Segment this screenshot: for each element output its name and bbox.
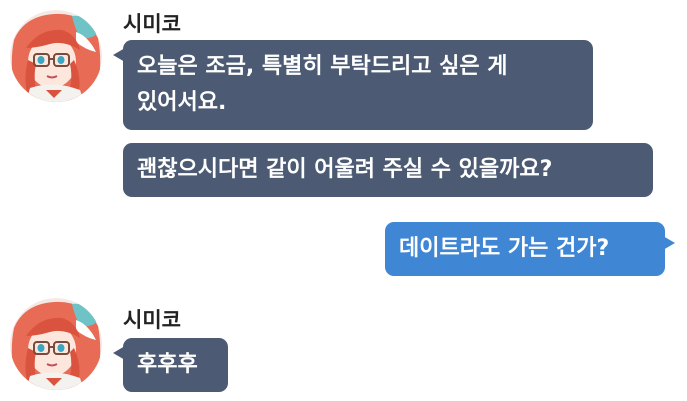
message-text-line: 있어서요. [137,90,227,115]
character-avatar-icon[interactable] [10,10,102,102]
message-text: 데이트라도 가는 건가? [399,236,610,261]
message-bubble[interactable]: 오늘은 조금, 특별히 부탁드리고 싶은 게 있어서요. [113,40,593,130]
sender-name: 시미코 [123,308,181,332]
message-text: 괜찮으시다면 같이 어울려 주실 수 있을까요? [137,157,553,182]
message-bubble[interactable]: 후후후 [113,338,228,392]
message-text-line: 오늘은 조금, 특별히 부탁드리고 싶은 게 [137,54,508,79]
sender-name: 시미코 [123,12,181,36]
avatar-illustration [10,298,102,390]
outgoing-message-bubble[interactable]: 데이트라도 가는 건가? [385,222,675,276]
message-text: 후후후 [137,352,198,377]
message-bubble[interactable]: 괜찮으시다면 같이 어울려 주실 수 있을까요? [123,143,653,197]
avatar-illustration [10,10,102,102]
character-avatar-icon[interactable] [10,298,102,390]
